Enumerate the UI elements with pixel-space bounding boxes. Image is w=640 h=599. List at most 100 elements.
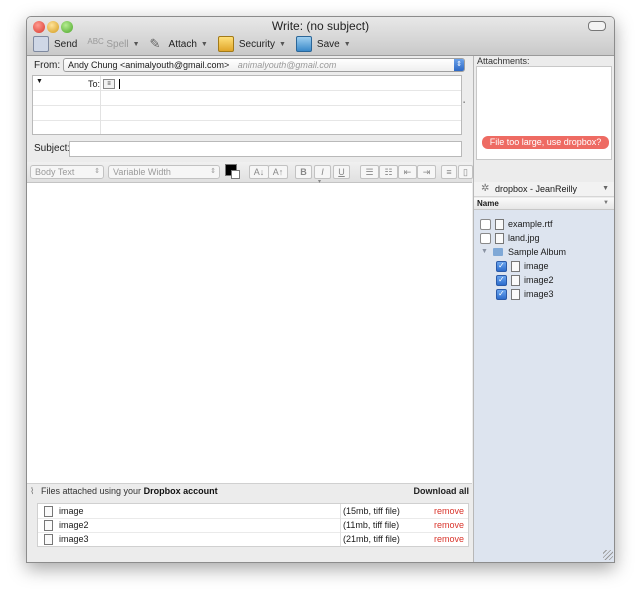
file-checkbox[interactable] xyxy=(496,260,507,272)
send-label: Send xyxy=(54,38,78,50)
resize-handle-icon[interactable]: ▪ xyxy=(463,100,465,106)
font-value: Variable Width xyxy=(113,167,171,177)
from-label: From: xyxy=(34,60,61,71)
tree-item-file[interactable]: land.jpg xyxy=(474,232,614,244)
subject-label: Subject: xyxy=(34,143,71,154)
align-left-icon[interactable]: ≡ xyxy=(441,165,457,179)
background-color-swatch[interactable] xyxy=(231,170,240,179)
spell-button[interactable]: ABC Spell ▼ xyxy=(87,37,139,51)
message-body[interactable] xyxy=(27,183,472,483)
recipient-row[interactable] xyxy=(33,106,461,121)
spell-check-icon: ABC xyxy=(87,37,104,46)
image-file-icon xyxy=(511,261,520,272)
tree-item-file[interactable]: example.rtf xyxy=(474,218,614,230)
toolbar: Send ABC Spell ▼ ✎ Attach ▼ Security ▼ S… xyxy=(33,35,361,53)
recipients-table: ▼ To: ≡ xyxy=(32,75,462,135)
compose-window: Write: (no subject) Send ABC Spell ▼ ✎ A… xyxy=(26,16,615,563)
toolbar-toggle-button[interactable] xyxy=(588,21,606,31)
decrease-font-button[interactable]: A↓ xyxy=(249,165,269,179)
attach-label: Attach xyxy=(168,38,197,50)
file-checkbox[interactable] xyxy=(480,233,491,244)
chevron-down-icon: ▼ xyxy=(343,40,351,48)
bullet-list-icon[interactable]: ☰ xyxy=(360,165,379,179)
security-button[interactable]: Security ▼ xyxy=(217,36,286,52)
column-divider xyxy=(100,76,101,134)
recipient-row[interactable]: ▼ To: ≡ xyxy=(33,76,461,91)
tree-item-file[interactable]: image3 xyxy=(474,288,614,300)
address-book-icon[interactable]: ≡ xyxy=(103,79,115,89)
remove-file-button[interactable]: remove xyxy=(434,504,464,518)
recipient-row[interactable] xyxy=(33,121,461,135)
file-checkbox[interactable] xyxy=(480,219,491,230)
attached-file-name: image2 xyxy=(59,520,89,530)
file-checkbox[interactable] xyxy=(496,288,507,300)
dropbox-account-label: dropbox - JeanReilly xyxy=(495,184,578,194)
remove-file-button[interactable]: remove xyxy=(434,532,464,546)
image-file-icon xyxy=(495,233,504,244)
dropbox-sidebar: Attachments: File too large, use dropbox… xyxy=(473,56,614,562)
download-all-button[interactable]: Download all xyxy=(413,486,469,496)
from-value: Andy Chung <animalyouth@gmail.com> xyxy=(68,60,230,70)
from-select[interactable]: Andy Chung <animalyouth@gmail.com> anima… xyxy=(63,58,465,72)
recipient-row[interactable] xyxy=(33,91,461,106)
file-checkbox[interactable] xyxy=(496,274,507,286)
save-button[interactable]: Save ▼ xyxy=(295,36,351,52)
attached-file-size: (15mb, tiff file) xyxy=(343,506,400,516)
dropbox-account-select[interactable]: ✲ dropbox - JeanReilly ▼ xyxy=(474,182,614,197)
indent-icon[interactable]: ⇥ xyxy=(417,165,436,179)
dropbox-file-tree: example.rtf land.jpg ▼ Sample Album imag… xyxy=(474,210,614,562)
file-icon xyxy=(44,534,53,545)
tree-item-file[interactable]: image xyxy=(474,260,614,272)
text-cursor xyxy=(119,79,120,89)
tree-item-label: example.rtf xyxy=(508,219,553,229)
file-icon xyxy=(44,506,53,517)
attached-files-list: image (15mb, tiff file) remove image2 (1… xyxy=(37,503,469,547)
lock-icon xyxy=(217,36,234,52)
window-resize-grip-icon[interactable] xyxy=(603,550,613,560)
increase-font-button[interactable]: A↑ xyxy=(268,165,288,179)
numbered-list-icon[interactable]: ☷ xyxy=(379,165,398,179)
italic-button[interactable]: I xyxy=(314,165,331,179)
attached-file-row: image3 (21mb, tiff file) remove xyxy=(38,532,468,546)
folder-icon xyxy=(493,248,503,256)
attachments-label: Attachments: xyxy=(477,56,530,66)
security-label: Security xyxy=(238,38,275,50)
chevron-down-icon[interactable]: ▼ xyxy=(36,78,43,85)
name-column-label: Name xyxy=(477,199,499,208)
attach-button[interactable]: ✎ Attach ▼ xyxy=(150,37,208,51)
column-divider xyxy=(340,504,341,546)
send-button[interactable]: Send xyxy=(33,36,77,52)
save-icon xyxy=(295,36,312,52)
window-title: Write: (no subject) xyxy=(271,19,370,33)
tree-item-file[interactable]: image2 xyxy=(474,274,614,286)
dropbox-attach-bar: ⌇ Files attached using your Dropbox acco… xyxy=(27,483,472,500)
use-dropbox-button[interactable]: File too large, use dropbox? xyxy=(482,136,609,149)
tree-item-label: land.jpg xyxy=(508,233,540,243)
attached-file-size: (11mb, tiff file) xyxy=(343,520,400,530)
underline-button[interactable]: U xyxy=(333,165,350,179)
document-icon xyxy=(495,219,504,230)
name-column-header[interactable]: Name ▼ xyxy=(474,198,614,210)
save-label: Save xyxy=(316,38,340,50)
font-select[interactable]: Variable Width ⇕ xyxy=(108,165,220,179)
attach-bar-service: Dropbox account xyxy=(143,486,218,496)
tree-item-folder[interactable]: ▼ Sample Album xyxy=(474,246,614,258)
paperclip-icon: ✎ xyxy=(149,36,161,51)
gear-icon: ✲ xyxy=(481,183,490,194)
format-bar: Body Text ⇕ Variable Width ⇕ A↓ A↑ B I U… xyxy=(27,162,473,183)
select-stepper-icon: ⇕ xyxy=(94,168,100,175)
insert-file-icon[interactable]: ▯ xyxy=(458,165,473,179)
attached-file-size: (21mb, tiff file) xyxy=(343,534,400,544)
send-icon xyxy=(33,36,49,52)
disclosure-triangle-icon[interactable]: ▼ xyxy=(481,246,488,258)
tree-item-label: Sample Album xyxy=(508,247,567,257)
outdent-icon[interactable]: ⇤ xyxy=(398,165,417,179)
image-file-icon xyxy=(511,275,520,286)
remove-file-button[interactable]: remove xyxy=(434,518,464,532)
chevron-down-icon: ▼ xyxy=(132,40,140,48)
paragraph-style-select[interactable]: Body Text ⇕ xyxy=(30,165,104,179)
bold-button[interactable]: B xyxy=(295,165,312,179)
subject-input[interactable] xyxy=(69,141,462,157)
tree-item-label: image3 xyxy=(524,289,554,299)
title-bar: Write: (no subject) Send ABC Spell ▼ ✎ A… xyxy=(27,17,614,56)
